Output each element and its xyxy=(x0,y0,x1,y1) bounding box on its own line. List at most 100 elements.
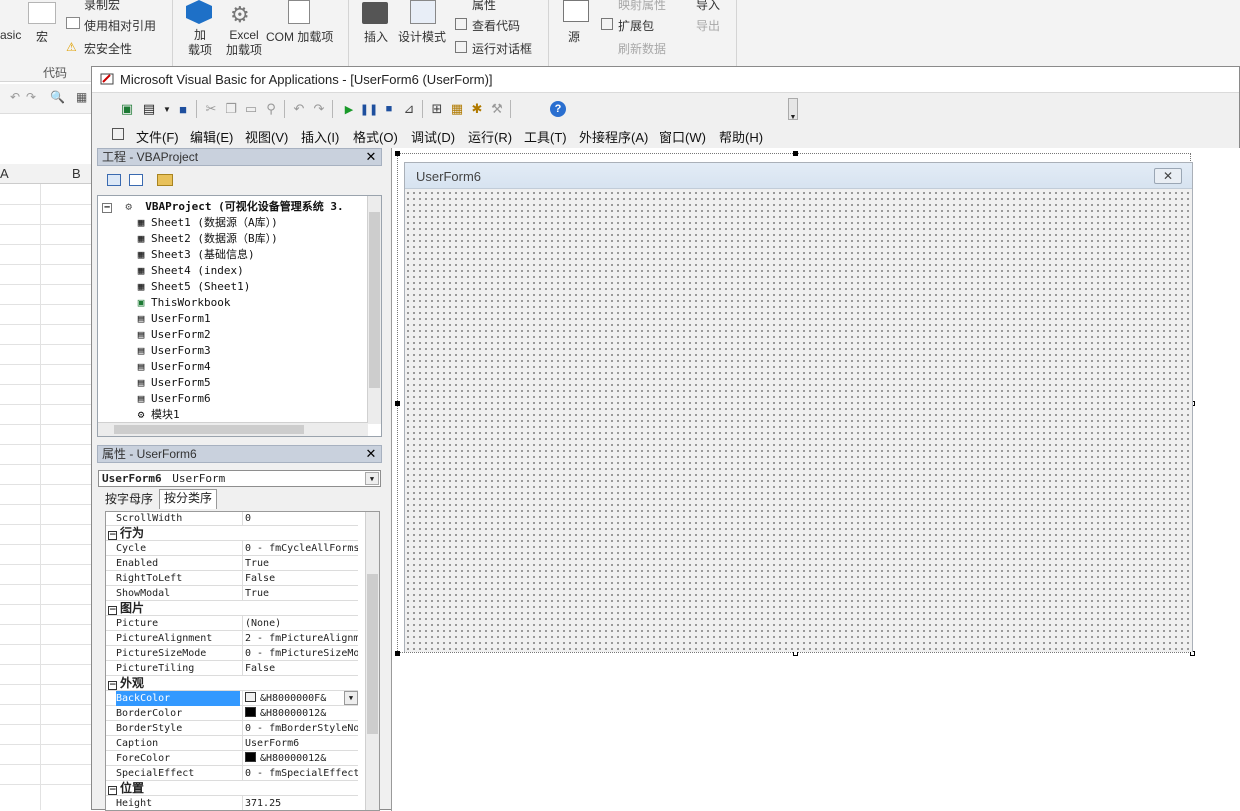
property-row[interactable]: Enabled True xyxy=(106,556,358,571)
property-value[interactable]: 2 - fmPictureAlignm xyxy=(242,631,358,646)
property-value[interactable]: True xyxy=(242,556,358,571)
design-mode-icon[interactable]: ⊿ xyxy=(400,100,418,118)
insert-control-button[interactable]: 插入 xyxy=(364,28,388,45)
properties-window-icon[interactable]: ▦ xyxy=(448,100,466,118)
project-explorer-icon[interactable]: ⊞ xyxy=(428,100,446,118)
paste-icon[interactable]: ▭ xyxy=(242,100,260,118)
property-value[interactable]: 371.25 xyxy=(242,796,358,810)
close-icon[interactable]: ✕ xyxy=(363,446,379,462)
property-row[interactable]: PictureSizeMode 0 - fmPictureSizeMo xyxy=(106,646,358,661)
property-value[interactable]: False xyxy=(242,571,358,586)
macro-button[interactable]: 宏 xyxy=(36,28,48,45)
property-category[interactable]: − 行为 xyxy=(106,526,358,541)
view-code-icon[interactable] xyxy=(107,174,121,186)
view-code-button[interactable]: 查看代码 xyxy=(472,17,520,34)
property-row[interactable]: BackColor &H8000000F& ▼ xyxy=(106,691,358,706)
collapse-icon[interactable]: − xyxy=(108,531,117,540)
expansion-pack-button[interactable]: 扩展包 xyxy=(618,17,654,34)
run-icon[interactable]: ▶ xyxy=(340,100,358,118)
macro-icon[interactable] xyxy=(28,2,56,24)
addins-button[interactable]: 加 载项 xyxy=(188,28,212,58)
import-button[interactable]: 导入 xyxy=(696,0,720,13)
tree-item[interactable]: ▤ UserForm5 xyxy=(134,375,211,391)
menu-view[interactable]: 视图(V) xyxy=(245,127,288,146)
userform-grid[interactable] xyxy=(405,190,1192,652)
tree-root[interactable]: − ⚙ VBAProject (可视化设备管理系统 3. xyxy=(102,199,344,215)
property-row[interactable]: ShowModal True xyxy=(106,586,358,601)
menu-format[interactable]: 格式(O) xyxy=(353,127,398,146)
run-dialog-button[interactable]: 运行对话框 xyxy=(472,40,532,57)
property-row[interactable]: PictureTiling False xyxy=(106,661,358,676)
tab-categorized[interactable]: 按分类序 xyxy=(159,489,218,509)
view-excel-icon[interactable]: ▣ xyxy=(118,100,136,118)
property-category[interactable]: − 位置 xyxy=(106,781,358,796)
property-value[interactable]: (None) xyxy=(242,616,358,631)
property-value[interactable]: 0 - fmCycleAllForms xyxy=(242,541,358,556)
collapse-icon[interactable]: − xyxy=(102,203,112,213)
menu-addins[interactable]: 外接程序(A) xyxy=(579,127,648,146)
visual-basic-label[interactable]: asic xyxy=(0,28,21,42)
collapse-icon[interactable]: − xyxy=(108,606,117,615)
property-value[interactable]: True xyxy=(242,586,358,601)
undo-icon[interactable]: ↶ xyxy=(290,100,308,118)
tree-item[interactable]: ▤ UserForm3 xyxy=(134,343,211,359)
menu-help[interactable]: 帮助(H) xyxy=(719,127,763,146)
property-value[interactable]: UserForm6 xyxy=(242,736,358,751)
object-browser-icon[interactable]: ✱ xyxy=(468,100,486,118)
menu-run[interactable]: 运行(R) xyxy=(468,127,512,146)
copy-icon[interactable]: ❐ xyxy=(222,100,240,118)
refresh-data-button[interactable]: 刷新数据 xyxy=(618,40,666,57)
reset-icon[interactable]: ■ xyxy=(380,100,398,118)
property-vertical-scrollbar[interactable] xyxy=(365,512,379,810)
menu-edit[interactable]: 编辑(E) xyxy=(190,127,233,146)
tree-item[interactable]: ▦ Sheet4 (index) xyxy=(134,263,244,279)
pause-icon[interactable]: ❚❚ xyxy=(360,100,378,118)
property-row[interactable]: RightToLeft False xyxy=(106,571,358,586)
menu-file[interactable]: 文件(F) xyxy=(136,127,179,146)
property-value[interactable]: 0 - fmSpecialEffect xyxy=(242,766,358,781)
property-row[interactable]: ScrollWidth 0 xyxy=(106,512,358,526)
property-value[interactable]: &H80000012& xyxy=(242,751,358,766)
property-row[interactable]: BorderStyle 0 - fmBorderStyleNo xyxy=(106,721,358,736)
design-mode-button[interactable]: 设计模式 xyxy=(398,28,446,45)
property-row[interactable]: PictureAlignment 2 - fmPictureAlignm xyxy=(106,631,358,646)
tree-horizontal-scrollbar[interactable] xyxy=(98,422,368,436)
tree-vertical-scrollbar[interactable] xyxy=(367,196,381,424)
record-macro-button[interactable]: 录制宏 xyxy=(84,0,120,13)
redo-icon[interactable]: ↷ xyxy=(26,90,36,104)
properties-button[interactable]: 属性 xyxy=(472,0,496,13)
property-value[interactable]: &H80000012& xyxy=(242,706,358,721)
property-value[interactable]: False xyxy=(242,661,358,676)
menu-tools[interactable]: 工具(T) xyxy=(524,127,567,146)
property-category[interactable]: − 图片 xyxy=(106,601,358,616)
property-value[interactable]: 0 xyxy=(242,512,358,526)
print-icon[interactable]: ▦ xyxy=(76,90,87,104)
tree-item[interactable]: ▤ UserForm1 xyxy=(134,311,211,327)
toggle-folders-icon[interactable] xyxy=(157,174,173,186)
property-row[interactable]: Picture (None) xyxy=(106,616,358,631)
window-menu-icon[interactable] xyxy=(112,128,124,140)
menu-window[interactable]: 窗口(W) xyxy=(659,127,706,146)
tree-item[interactable]: ▤ UserForm4 xyxy=(134,359,211,375)
save-icon[interactable]: ■ xyxy=(174,100,192,118)
collapse-icon[interactable]: − xyxy=(108,786,117,795)
close-icon[interactable]: ✕ xyxy=(1154,168,1182,184)
property-value[interactable]: 0 - fmPictureSizeMo xyxy=(242,646,358,661)
tree-item[interactable]: ▦ Sheet1 (数据源（A库）) xyxy=(134,215,278,231)
chevron-down-icon[interactable]: ▼ xyxy=(365,472,379,485)
menu-insert[interactable]: 插入(I) xyxy=(301,127,339,146)
tree-item[interactable]: ⚙ 模块1 xyxy=(134,407,180,423)
print-preview-icon[interactable]: 🔍 xyxy=(50,90,65,104)
property-row[interactable]: Cycle 0 - fmCycleAllForms xyxy=(106,541,358,556)
redo-icon[interactable]: ↷ xyxy=(310,100,328,118)
tree-scroll-thumb[interactable] xyxy=(369,212,380,388)
collapse-icon[interactable]: − xyxy=(108,681,117,690)
close-icon[interactable]: ✕ xyxy=(363,149,379,165)
object-selector[interactable]: UserForm6 UserForm ▼ xyxy=(98,470,381,487)
tab-alphabetic[interactable]: 按字母序 xyxy=(101,491,157,509)
tree-item[interactable]: ▦ Sheet5 (Sheet1) xyxy=(134,279,251,295)
macro-security-button[interactable]: 宏安全性 xyxy=(84,40,132,57)
find-icon[interactable]: ⚲ xyxy=(262,100,280,118)
property-row[interactable]: SpecialEffect 0 - fmSpecialEffect xyxy=(106,766,358,781)
cut-icon[interactable]: ✂ xyxy=(202,100,220,118)
